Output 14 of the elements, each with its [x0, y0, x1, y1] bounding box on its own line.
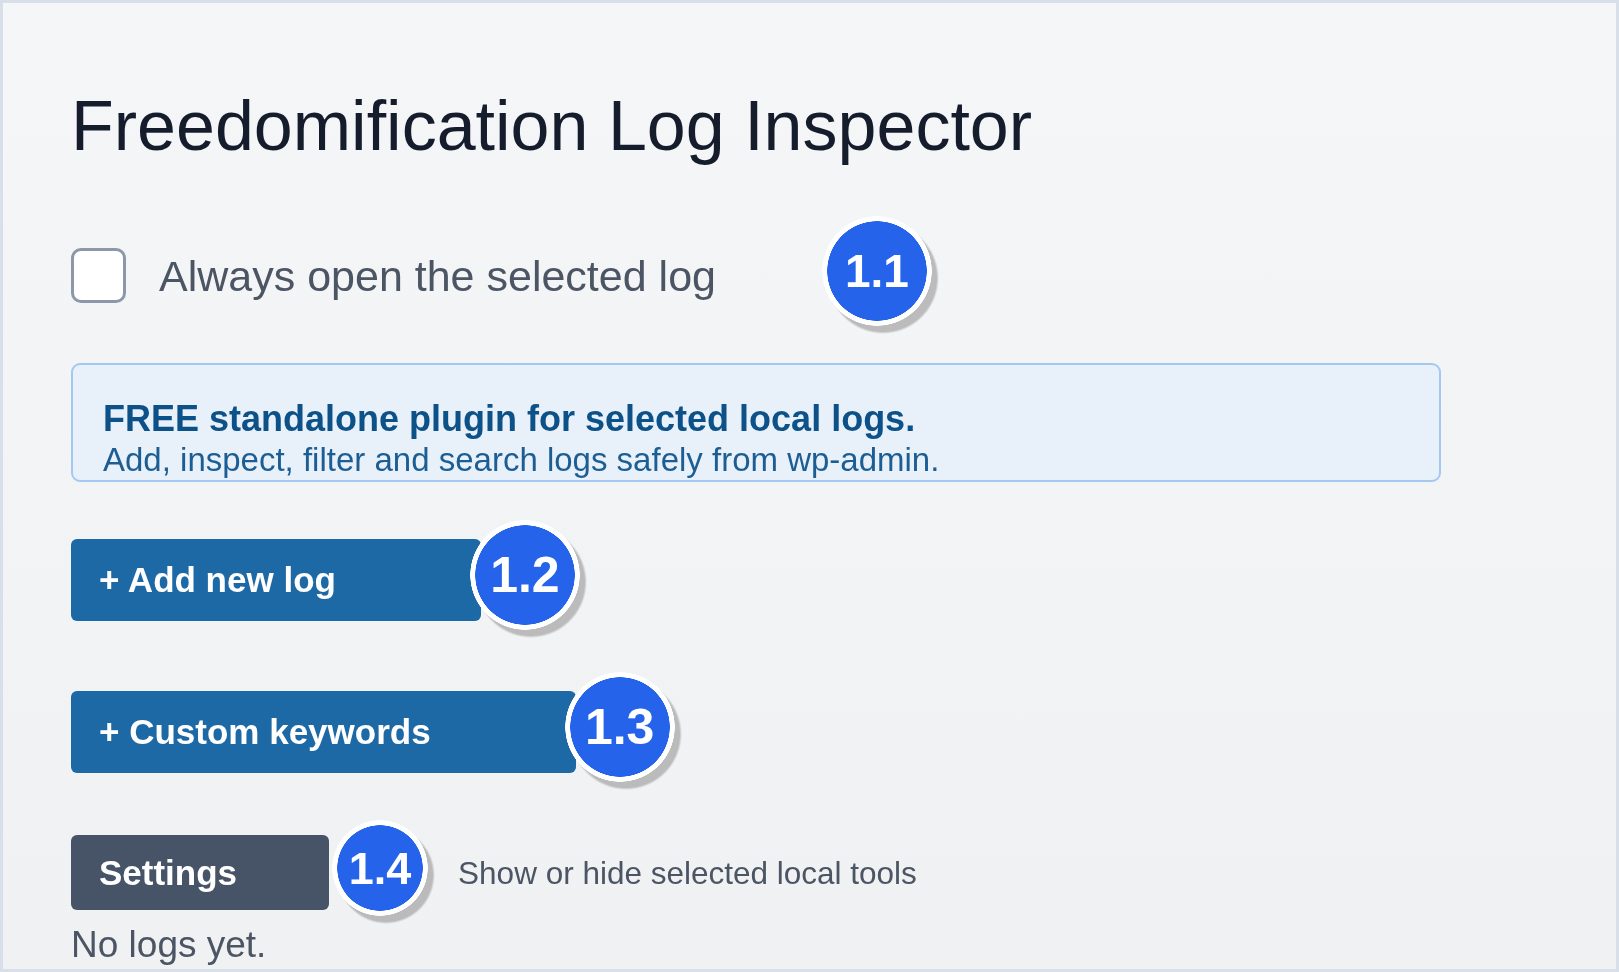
settings-button[interactable]: Settings: [71, 835, 330, 910]
add-button[interactable]: + Custom keywords: [71, 690, 576, 773]
hint-text: Show or hide selected local tools: [458, 853, 917, 893]
page-title: Freedomification Log Inspector: [71, 86, 1033, 166]
add-button[interactable]: + Add new log: [71, 538, 481, 621]
empty-message: No logs yet.: [71, 925, 267, 965]
notice-heading: FREE standalone plugin for selected local logs.: [103, 397, 917, 440]
checkbox[interactable]: [71, 248, 126, 303]
step-marker: 1.4: [332, 820, 438, 925]
step-marker: 1.1: [821, 216, 941, 335]
step-marker: 1.2: [469, 520, 589, 639]
step-marker: 1.3: [564, 672, 684, 791]
notice-text: Add, inspect, filter and search logs safely from wp-admin.: [103, 440, 941, 480]
checkbox-label: Always open the selected log: [159, 250, 716, 301]
